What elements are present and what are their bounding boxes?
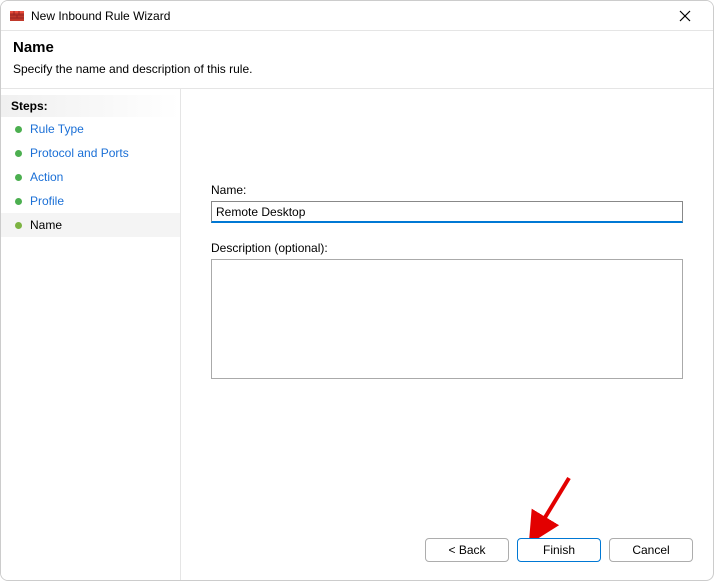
step-rule-type[interactable]: Rule Type (1, 117, 180, 141)
bullet-icon (15, 126, 22, 133)
main-pane: Name: Description (optional): < Back Fin… (181, 89, 713, 580)
page-subtitle: Specify the name and description of this… (13, 62, 701, 76)
step-label: Name (30, 218, 62, 232)
bullet-icon (15, 222, 22, 229)
annotation-arrow-icon (521, 474, 581, 544)
page-title: Name (13, 39, 701, 56)
firewall-icon (9, 8, 25, 24)
name-label: Name: (211, 183, 683, 197)
steps-sidebar: Steps: Rule Type Protocol and Ports Acti… (1, 89, 181, 580)
titlebar: New Inbound Rule Wizard (1, 1, 713, 31)
step-label: Protocol and Ports (30, 146, 129, 160)
step-name[interactable]: Name (1, 213, 180, 237)
window-title: New Inbound Rule Wizard (31, 9, 665, 23)
step-label: Rule Type (30, 122, 84, 136)
bullet-icon (15, 174, 22, 181)
bullet-icon (15, 150, 22, 157)
step-action[interactable]: Action (1, 165, 180, 189)
description-label: Description (optional): (211, 241, 683, 255)
description-input[interactable] (211, 259, 683, 379)
cancel-button[interactable]: Cancel (609, 538, 693, 562)
name-input[interactable] (211, 201, 683, 223)
step-protocol-and-ports[interactable]: Protocol and Ports (1, 141, 180, 165)
close-button[interactable] (665, 4, 705, 28)
step-label: Profile (30, 194, 64, 208)
steps-header: Steps: (1, 95, 180, 117)
page-header: Name Specify the name and description of… (1, 31, 713, 89)
form-area: Name: Description (optional): (211, 183, 683, 382)
wizard-window: New Inbound Rule Wizard Name Specify the… (0, 0, 714, 581)
footer-buttons: < Back Finish Cancel (425, 538, 693, 562)
close-icon (679, 10, 691, 22)
bullet-icon (15, 198, 22, 205)
finish-button[interactable]: Finish (517, 538, 601, 562)
wizard-body: Steps: Rule Type Protocol and Ports Acti… (1, 89, 713, 580)
step-label: Action (30, 170, 63, 184)
step-profile[interactable]: Profile (1, 189, 180, 213)
back-button[interactable]: < Back (425, 538, 509, 562)
